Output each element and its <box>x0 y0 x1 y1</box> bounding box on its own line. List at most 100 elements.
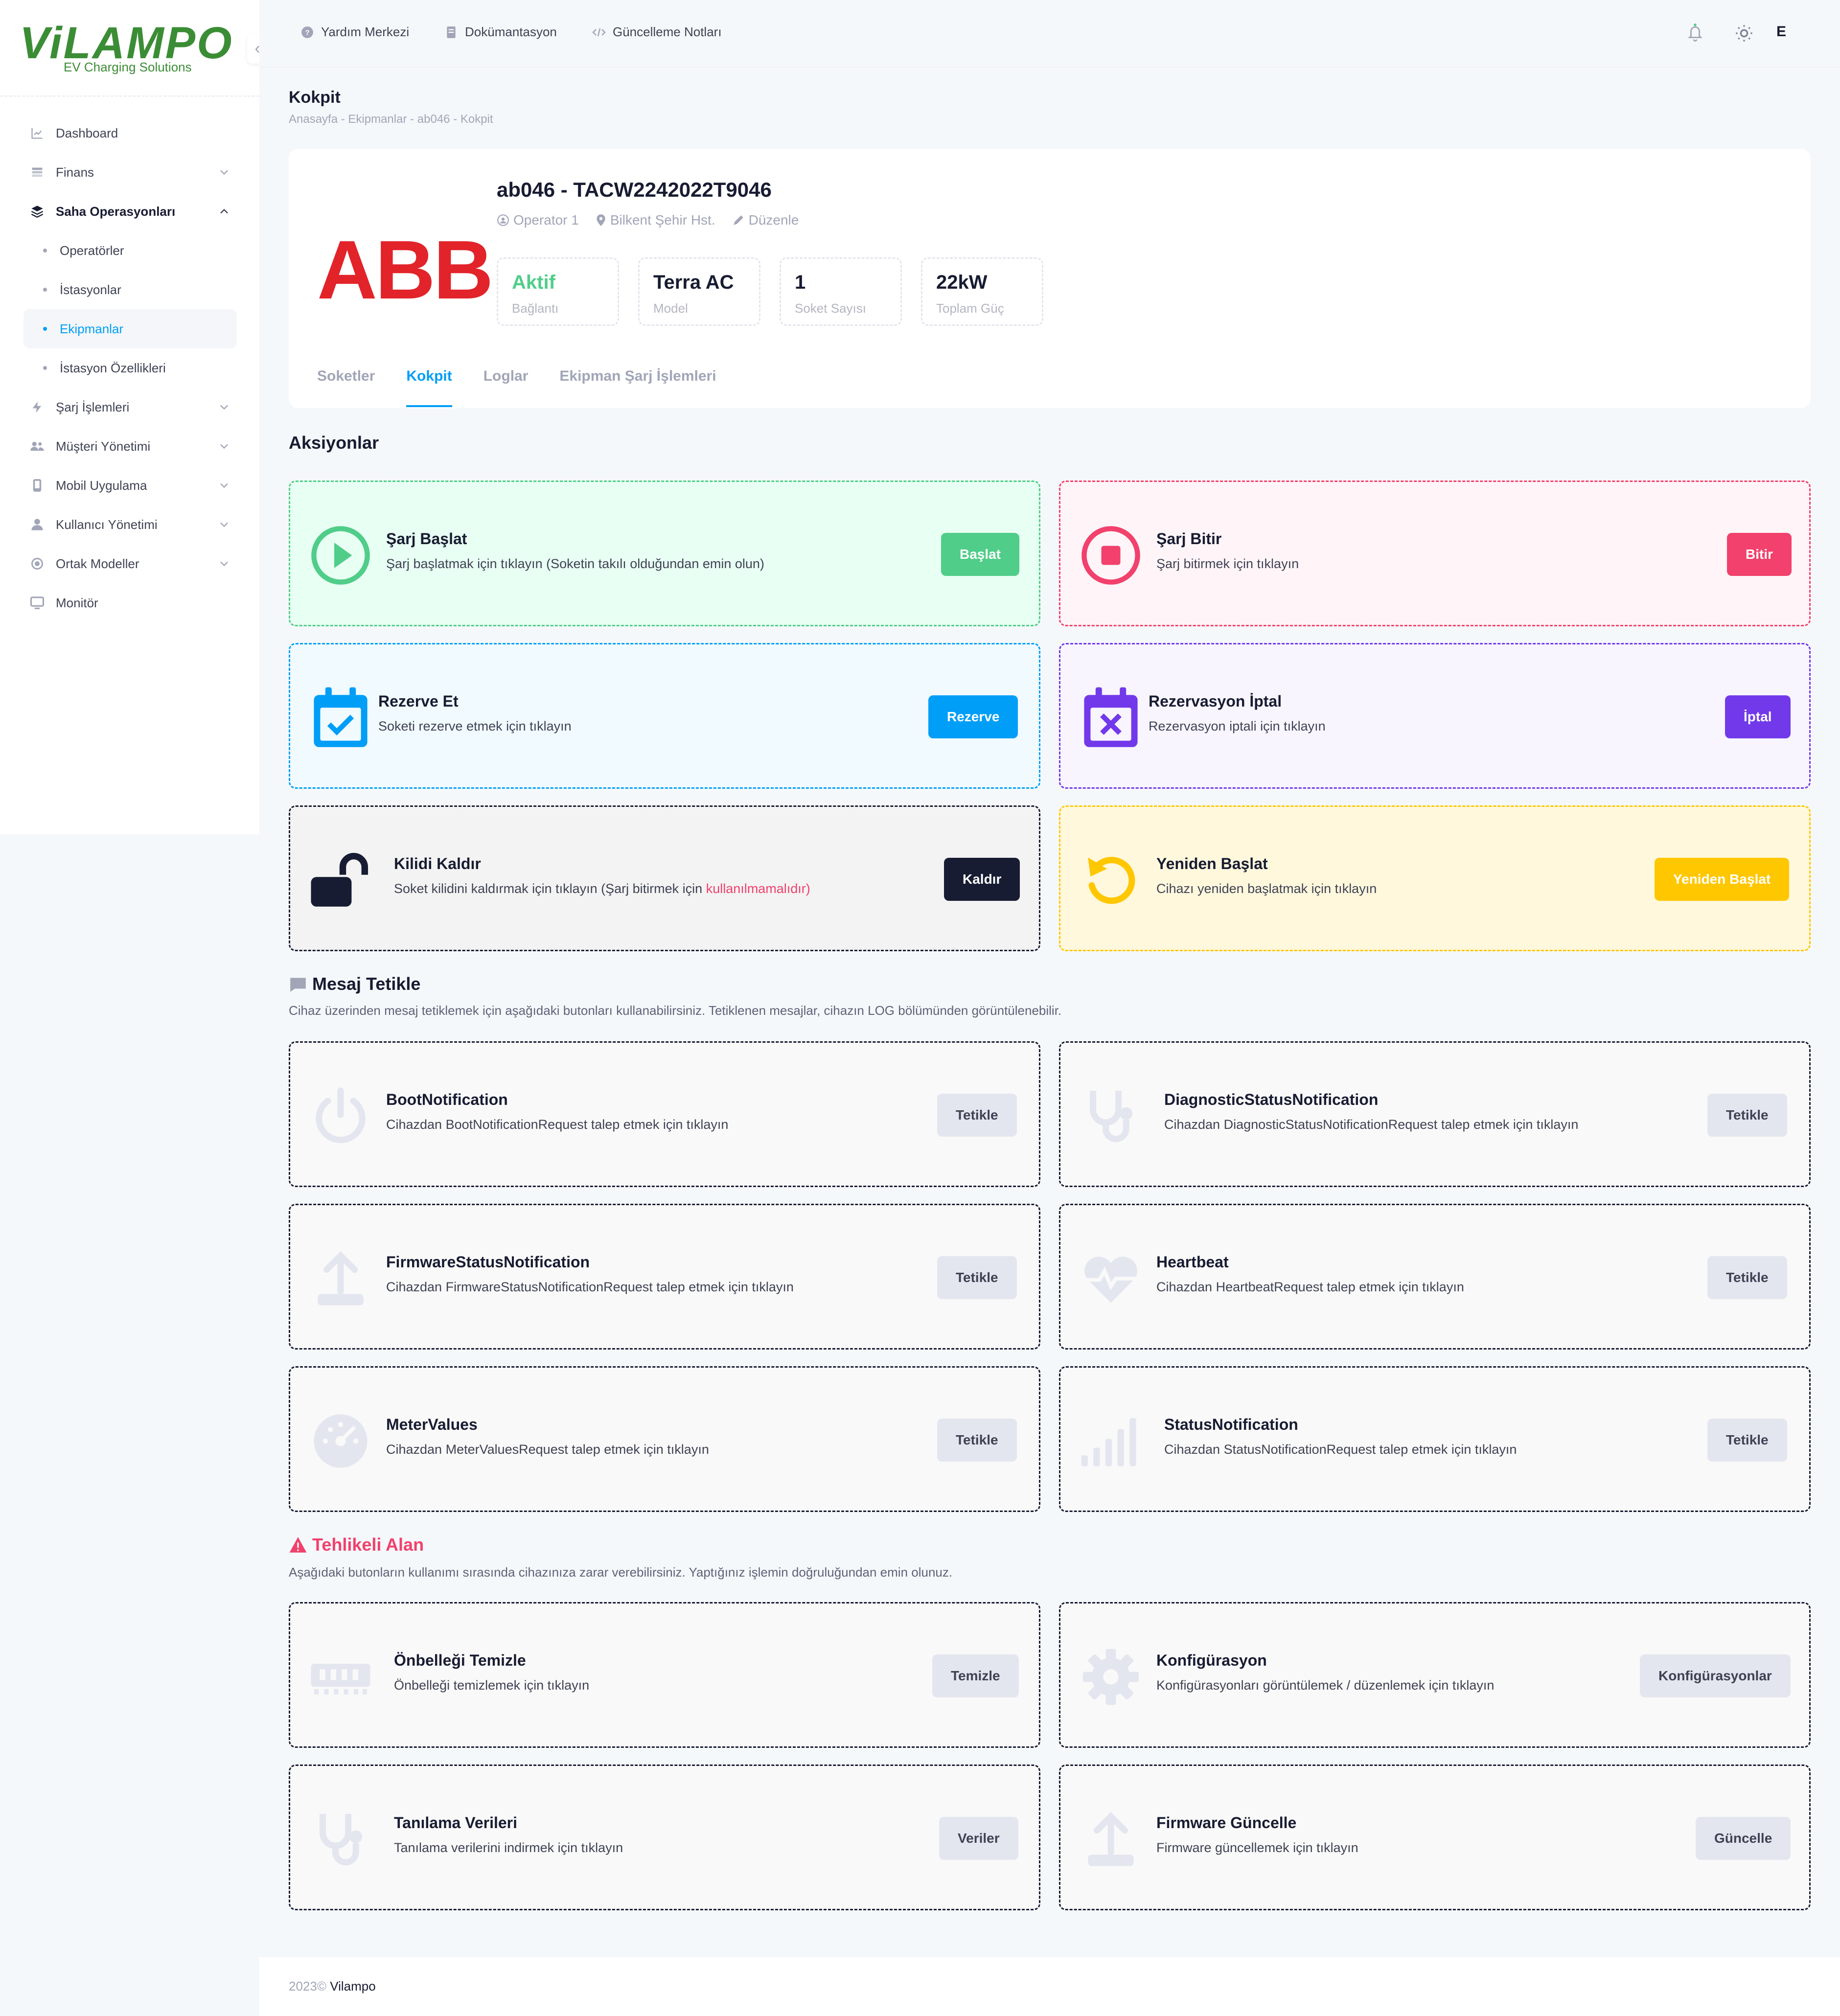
trigger-status-button[interactable]: Tetikle <box>1707 1419 1787 1462</box>
sidebar-item-musteri[interactable]: Müşteri Yönetimi <box>23 427 237 466</box>
chevron-down-icon <box>220 170 228 175</box>
footer-company-link[interactable]: Vilampo <box>330 1979 375 1993</box>
unlock-button[interactable]: Kaldır <box>944 858 1020 901</box>
chevron-down-icon <box>220 561 228 567</box>
start-charge-card: Şarj Başlat Şarj başlatmak için tıklayın… <box>289 481 1040 626</box>
manufacturer-logo: ABB <box>317 224 493 317</box>
sidebar-item-monitor[interactable]: Monitör <box>23 583 237 622</box>
help-center-link[interactable]: ? Yardım Merkezi <box>300 24 409 40</box>
card-title: Tanılama Verileri <box>394 1814 517 1832</box>
trigger-heartbeat-button[interactable]: Tetikle <box>1707 1256 1787 1299</box>
cancel-reservation-button[interactable]: İptal <box>1725 695 1791 738</box>
message-icon <box>290 978 306 992</box>
station-link[interactable]: Bilkent Şehir Hst. <box>596 212 715 228</box>
card-title: MeterValues <box>386 1416 478 1433</box>
sidebar-item-ekipmanlar[interactable]: Ekipmanlar <box>23 309 237 348</box>
sidebar-item-sarj-islemleri[interactable]: Şarj İşlemleri <box>23 388 237 427</box>
edit-link[interactable]: Düzenle <box>732 212 799 228</box>
card-desc: Firmware güncellemek için tıklayın <box>1156 1840 1358 1855</box>
card-desc: Şarj başlatmak için tıklayın (Soketin ta… <box>386 556 764 571</box>
sidebar-item-dashboard[interactable]: Dashboard <box>23 114 237 153</box>
notification-button[interactable] <box>1683 22 1707 45</box>
tab-kokpit[interactable]: Kokpit <box>406 368 453 407</box>
sidebar-item-label: Dashboard <box>56 125 118 140</box>
messages-heading: Mesaj Tetikle <box>312 974 421 994</box>
card-desc: Soketi rezerve etmek için tıklayın <box>378 719 572 733</box>
footer-text: 2023© Vilampo <box>289 1979 376 1994</box>
bullet-icon <box>43 249 47 252</box>
configurations-button[interactable]: Konfigürasyonlar <box>1640 1654 1791 1697</box>
sidebar-item-mobil[interactable]: Mobil Uygulama <box>23 466 237 505</box>
card-desc: Cihazı yeniden başlatmak için tıklayın <box>1156 881 1377 896</box>
card-title: Kilidi Kaldır <box>394 855 481 872</box>
trigger-diagnostic-button[interactable]: Tetikle <box>1707 1094 1787 1137</box>
card-title: Heartbeat <box>1156 1253 1229 1271</box>
chevron-down-icon <box>220 522 228 527</box>
sidebar-item-label: Operatörler <box>60 243 124 258</box>
trigger-meter-button[interactable]: Tetikle <box>937 1419 1017 1462</box>
equipment-tabs: Soketler Kokpit Loglar Ekipman Şarj İşle… <box>317 368 716 407</box>
location-icon <box>597 214 605 226</box>
sidebar-item-finans[interactable]: Finans <box>23 153 237 192</box>
top-header: ? Yardım Merkezi Dokümantasyon Güncellem… <box>259 0 1840 68</box>
firmware-status-card: FirmwareStatusNotification Cihazdan Firm… <box>289 1204 1040 1350</box>
actions-heading: Aksiyonlar <box>289 433 379 453</box>
card-title: StatusNotification <box>1164 1416 1298 1433</box>
operator-link[interactable]: Operator 1 <box>497 212 579 228</box>
card-desc: Önbelleği temizlemek için tıklayın <box>394 1678 590 1693</box>
breadcrumb[interactable]: Anasayfa - Ekipmanlar - ab046 - Kokpit <box>289 113 493 126</box>
restart-button[interactable]: Yeniden Başlat <box>1655 858 1790 901</box>
bell-icon <box>1688 23 1702 42</box>
sidebar-item-istasyon-ozellikleri[interactable]: İstasyon Özellikleri <box>23 348 237 388</box>
danger-heading: Tehlikeli Alan <box>312 1535 424 1555</box>
firmware-update-button[interactable]: Güncelle <box>1696 1817 1791 1860</box>
stat-connection: Aktif Bağlantı <box>497 257 619 326</box>
start-charge-button[interactable]: Başlat <box>941 533 1020 576</box>
card-title: Rezerve Et <box>378 692 459 710</box>
help-center-label: Yardım Merkezi <box>321 24 410 39</box>
memory-icon <box>309 1645 372 1709</box>
equipment-meta: Operator 1 Bilkent Şehir Hst. Düzenle <box>497 212 799 228</box>
changelog-label: Güncelleme Notları <box>613 24 722 39</box>
reserve-button[interactable]: Rezerve <box>928 695 1018 738</box>
boot-notification-card: BootNotification Cihazdan BootNotificati… <box>289 1041 1040 1187</box>
warning-icon <box>289 1537 307 1553</box>
tab-soketler[interactable]: Soketler <box>317 368 375 407</box>
docs-link[interactable]: Dokümantasyon <box>444 24 557 40</box>
chart-line-icon <box>29 125 45 141</box>
question-icon: ? <box>300 25 314 39</box>
meter-values-card: MeterValues Cihazdan MeterValuesRequest … <box>289 1366 1040 1512</box>
calendar-check-icon <box>309 686 372 750</box>
user-avatar[interactable]: E <box>1776 23 1786 40</box>
tab-loglar[interactable]: Loglar <box>483 368 529 407</box>
diagnostic-data-button[interactable]: Veriler <box>939 1817 1018 1860</box>
card-title: Yeniden Başlat <box>1156 855 1268 872</box>
diagnostic-status-card: DiagnosticStatusNotification Cihazdan Di… <box>1059 1041 1811 1187</box>
sidebar-item-istasyonlar[interactable]: İstasyonlar <box>23 270 237 309</box>
upload-icon <box>1079 1808 1143 1871</box>
trigger-boot-button[interactable]: Tetikle <box>937 1094 1017 1137</box>
changelog-link[interactable]: Güncelleme Notları <box>592 24 722 40</box>
trigger-firmware-button[interactable]: Tetikle <box>937 1256 1017 1299</box>
configuration-card: Konfigürasyon Konfigürasyonları görüntül… <box>1059 1602 1811 1748</box>
page-title: Kokpit <box>289 88 341 107</box>
sidebar-item-saha[interactable]: Saha Operasyonları <box>23 192 237 231</box>
tab-sarj-islemleri[interactable]: Ekipman Şarj İşlemleri <box>559 368 716 407</box>
footer-year: 2023© <box>289 1979 326 1993</box>
sidebar-item-label: İstasyon Özellikleri <box>60 360 166 375</box>
layers-icon <box>29 204 45 219</box>
clear-cache-button[interactable]: Temizle <box>932 1654 1019 1697</box>
firmware-update-card: Firmware Güncelle Firmware güncellemek i… <box>1059 1764 1811 1910</box>
svg-text:?: ? <box>305 28 309 37</box>
theme-toggle-button[interactable] <box>1732 22 1756 45</box>
brand-subtitle: EV Charging Solutions <box>64 60 192 74</box>
stop-charge-button[interactable]: Bitir <box>1727 533 1792 576</box>
circle-icon <box>29 556 45 572</box>
card-desc-warning: kullanılmamalıdır) <box>706 881 810 896</box>
sidebar-item-label: Monitör <box>56 595 98 610</box>
sidebar-item-ortak[interactable]: Ortak Modeller <box>23 544 237 583</box>
card-title: Önbelleği Temizle <box>394 1651 526 1669</box>
sidebar-item-kullanici[interactable]: Kullanıcı Yönetimi <box>23 505 237 544</box>
sidebar-item-operatorler[interactable]: Operatörler <box>23 231 237 270</box>
operator-label: Operator 1 <box>513 212 579 228</box>
